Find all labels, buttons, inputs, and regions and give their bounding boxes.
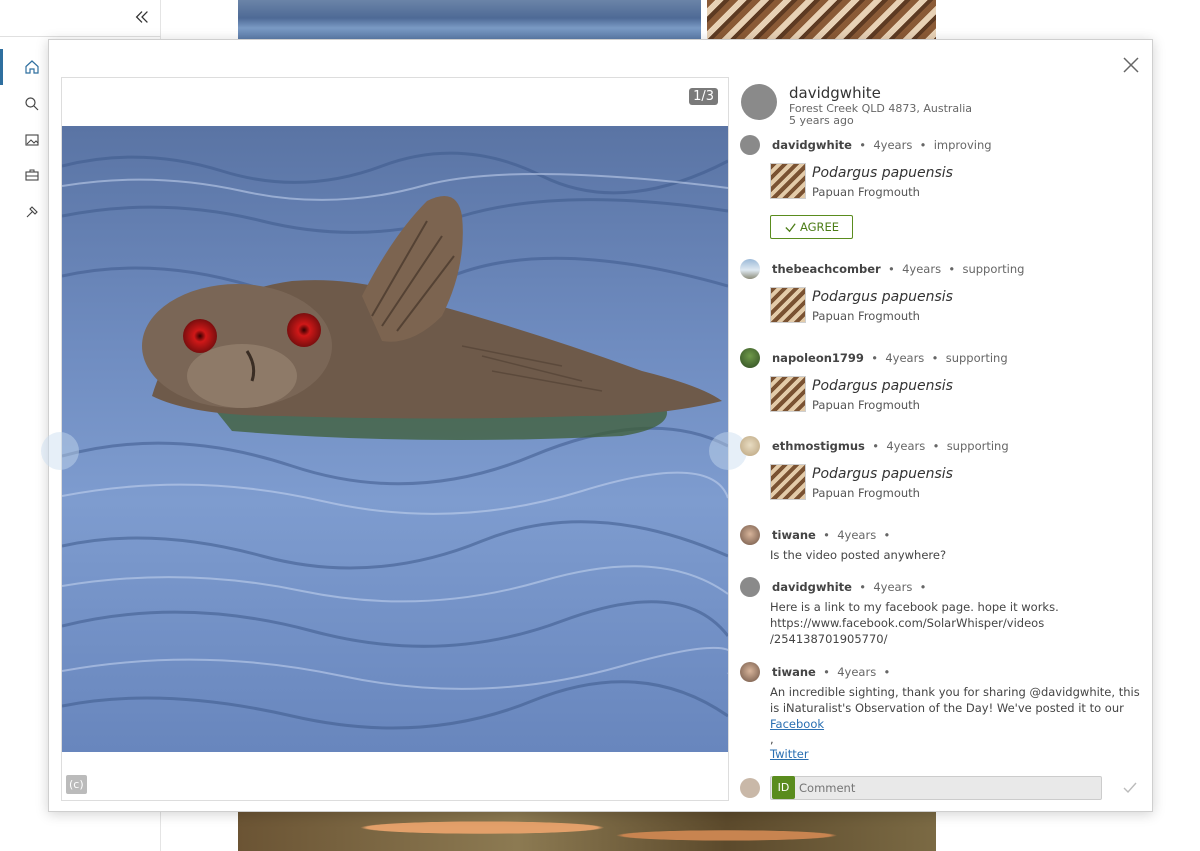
identify-button[interactable]: ID bbox=[772, 776, 795, 799]
taxon-scientific-name: Podargus papuensis bbox=[812, 165, 953, 181]
comment-age: 4years bbox=[837, 528, 877, 542]
taxon-thumbnail bbox=[770, 163, 806, 199]
taxon-card[interactable]: Podargus papuensis Papuan Frogmouth bbox=[770, 376, 1140, 412]
identification-meta: thebeachcomber • 4years • supporting bbox=[772, 262, 1025, 276]
identification-age: 4years bbox=[886, 439, 926, 453]
identification-meta: davidgwhite • 4years • improving bbox=[772, 138, 992, 152]
images-icon bbox=[25, 134, 39, 146]
observation-time: 5 years ago bbox=[789, 114, 854, 127]
identifier-username[interactable]: napoleon1799 bbox=[772, 351, 864, 365]
comment-input[interactable] bbox=[770, 776, 1102, 800]
comment-line: https://www.facebook.com/SolarWhisper/vi… bbox=[770, 616, 1045, 630]
submit-check-icon[interactable] bbox=[1122, 780, 1138, 796]
identification-meta: ethmostigmus • 4years • supporting bbox=[772, 439, 1009, 453]
avatar[interactable] bbox=[740, 662, 760, 682]
taxon-common-name: Papuan Frogmouth bbox=[812, 486, 920, 500]
collapse-sidebar-icon[interactable] bbox=[133, 8, 153, 28]
avatar[interactable] bbox=[740, 436, 760, 456]
identification-age: 4years bbox=[885, 351, 925, 365]
previous-photo-button[interactable] bbox=[41, 432, 79, 470]
facebook-link[interactable]: Facebook bbox=[770, 717, 824, 731]
identification-type: supporting bbox=[962, 262, 1025, 276]
avatar[interactable] bbox=[740, 778, 760, 798]
photo-counter: 1/3 bbox=[689, 88, 718, 105]
close-icon[interactable] bbox=[1120, 54, 1142, 76]
identification-type: supporting bbox=[945, 351, 1008, 365]
avatar[interactable] bbox=[740, 577, 760, 597]
agree-button[interactable]: AGREE bbox=[770, 215, 853, 239]
avatar[interactable] bbox=[740, 259, 760, 279]
commenter-username[interactable]: tiwane bbox=[772, 665, 816, 679]
identification-item: davidgwhite • 4years • improving Podargu… bbox=[740, 135, 1140, 199]
commenter-username[interactable]: tiwane bbox=[772, 528, 816, 542]
taxon-thumbnail bbox=[770, 464, 806, 500]
comment-composer: ID bbox=[740, 776, 1140, 800]
avatar[interactable] bbox=[740, 135, 760, 155]
identifier-username[interactable]: thebeachcomber bbox=[772, 262, 881, 276]
comment-body: An incredible sighting, thank you for sh… bbox=[770, 684, 1140, 762]
photo-viewer: 1/3 (c) bbox=[61, 77, 729, 801]
comment-separator: , bbox=[770, 732, 774, 746]
identification-age: 4years bbox=[902, 262, 942, 276]
taxon-common-name: Papuan Frogmouth bbox=[812, 309, 920, 323]
taxon-card[interactable]: Podargus papuensis Papuan Frogmouth bbox=[770, 287, 1140, 323]
observation-header: davidgwhite Forest Creek QLD 4873, Austr… bbox=[741, 84, 1141, 127]
identification-age: 4years bbox=[873, 138, 913, 152]
observer-username[interactable]: davidgwhite bbox=[789, 84, 881, 102]
sidebar-divider bbox=[0, 36, 161, 37]
avatar[interactable] bbox=[740, 525, 760, 545]
identification-item: thebeachcomber • 4years • supporting Pod… bbox=[740, 259, 1140, 323]
commenter-username[interactable]: davidgwhite bbox=[772, 580, 852, 594]
background-photo[interactable] bbox=[238, 812, 936, 851]
taxon-thumbnail bbox=[770, 376, 806, 412]
comment-item: tiwane • 4years • bbox=[740, 662, 1140, 682]
comment-meta: tiwane • 4years • bbox=[772, 665, 891, 679]
comment-line: /254138701905770/ bbox=[770, 632, 888, 646]
background-photo[interactable] bbox=[238, 0, 701, 40]
comment-age: 4years bbox=[837, 665, 877, 679]
identification-item: ethmostigmus • 4years • supporting Podar… bbox=[740, 436, 1140, 500]
home-icon bbox=[25, 60, 39, 74]
tools-icon bbox=[26, 206, 38, 218]
taxon-common-name: Papuan Frogmouth bbox=[812, 398, 920, 412]
agree-label: AGREE bbox=[799, 220, 840, 234]
comment-meta: tiwane • 4years • bbox=[772, 528, 891, 542]
comment-meta: davidgwhite • 4years • bbox=[772, 580, 927, 594]
identification-meta: napoleon1799 • 4years • supporting bbox=[772, 351, 1008, 365]
comment-body: Here is a link to my facebook page. hope… bbox=[770, 599, 1140, 647]
taxon-scientific-name: Podargus papuensis bbox=[812, 378, 953, 394]
taxon-scientific-name: Podargus papuensis bbox=[812, 466, 953, 482]
taxon-card[interactable]: Podargus papuensis Papuan Frogmouth bbox=[770, 464, 1140, 500]
identifier-username[interactable]: davidgwhite bbox=[772, 138, 852, 152]
comment-item: davidgwhite • 4years • bbox=[740, 577, 1140, 597]
comment-item: tiwane • 4years • bbox=[740, 525, 1140, 545]
taxon-scientific-name: Podargus papuensis bbox=[812, 289, 953, 305]
avatar[interactable] bbox=[740, 348, 760, 368]
background-photo[interactable] bbox=[707, 0, 936, 40]
check-icon bbox=[785, 222, 796, 232]
comment-line: Here is a link to my facebook page. hope… bbox=[770, 600, 1059, 614]
twitter-link[interactable]: Twitter bbox=[770, 747, 809, 761]
comment-body: Is the video posted anywhere? bbox=[770, 548, 947, 562]
comment-age: 4years bbox=[873, 580, 913, 594]
identification-item: napoleon1799 • 4years • supporting Podar… bbox=[740, 348, 1140, 412]
observation-photo[interactable] bbox=[62, 126, 728, 752]
identification-type: improving bbox=[933, 138, 992, 152]
search-icon bbox=[25, 97, 39, 111]
comment-line: is iNaturalist's Observation of the Day!… bbox=[770, 701, 1124, 715]
taxon-common-name: Papuan Frogmouth bbox=[812, 185, 920, 199]
license-badge[interactable]: (c) bbox=[66, 775, 87, 794]
identifier-username[interactable]: ethmostigmus bbox=[772, 439, 865, 453]
identification-type: supporting bbox=[946, 439, 1009, 453]
briefcase-icon bbox=[25, 169, 39, 181]
taxon-card[interactable]: Podargus papuensis Papuan Frogmouth bbox=[770, 163, 1140, 199]
avatar[interactable] bbox=[741, 84, 777, 120]
comment-line: An incredible sighting, thank you for sh… bbox=[770, 685, 1140, 699]
taxon-thumbnail bbox=[770, 287, 806, 323]
sidebar-active-indicator bbox=[0, 49, 3, 85]
